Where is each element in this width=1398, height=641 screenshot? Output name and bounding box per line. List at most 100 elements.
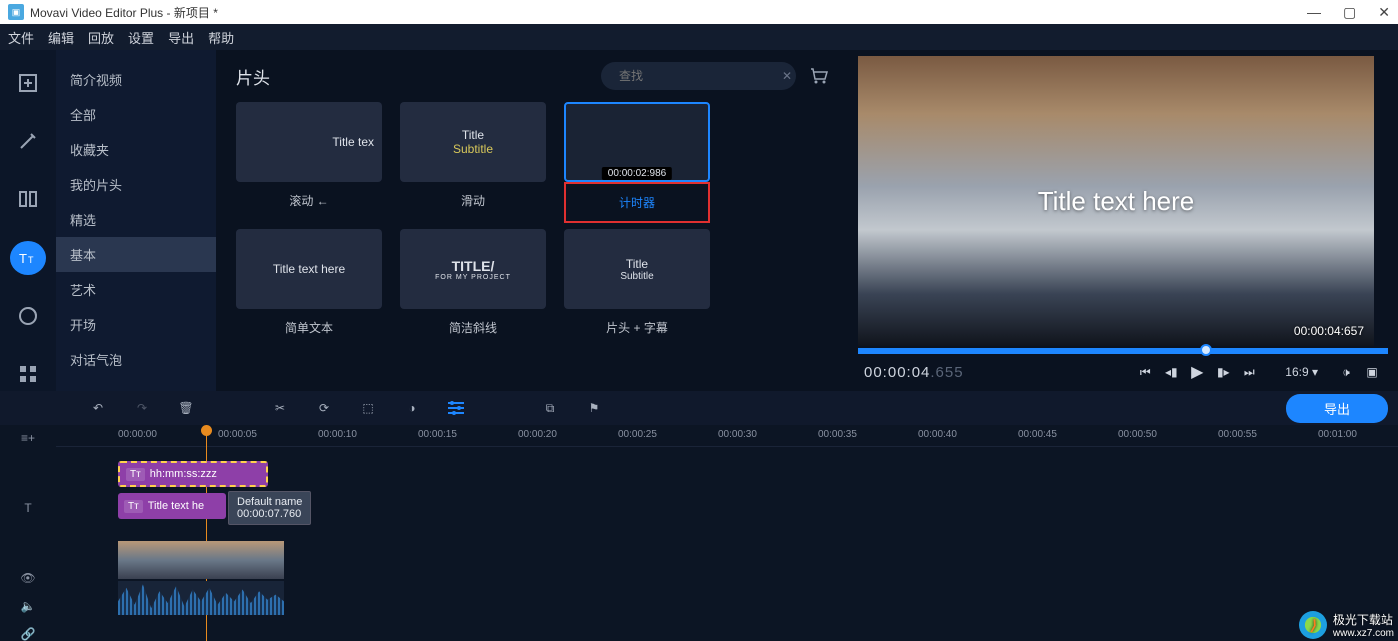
cat-opening[interactable]: 开场 xyxy=(56,307,216,342)
browser-title: 片头 xyxy=(236,64,601,89)
cat-bubble[interactable]: 对话气泡 xyxy=(56,342,216,377)
visibility-icon[interactable]: 👁 xyxy=(20,571,35,585)
rotate-button[interactable]: ⟳ xyxy=(312,401,336,415)
ruler-tick: 00:00:10 xyxy=(318,429,357,440)
snapshot-icon[interactable]: ▣ xyxy=(1362,365,1382,379)
app-icon: ▣ xyxy=(8,4,24,20)
ruler-tick: 00:00:45 xyxy=(1018,429,1057,440)
preview-scrubber[interactable] xyxy=(858,348,1388,354)
cart-icon[interactable] xyxy=(810,68,828,84)
scrubber-handle[interactable] xyxy=(1200,344,1212,356)
title-clip-timer[interactable]: Tᴛ hh:mm:ss:zzz xyxy=(118,461,268,487)
cat-my[interactable]: 我的片头 xyxy=(56,167,216,202)
cat-featured[interactable]: 精选 xyxy=(56,202,216,237)
title-browser: 片头 ✕ Title tex 滚动 ← TitleSubtitle 滑动 00:… xyxy=(216,50,848,391)
link-icon[interactable]: 🔗 xyxy=(21,627,36,641)
preview-title-overlay: Title text here xyxy=(1038,186,1195,217)
cat-basic[interactable]: 基本 xyxy=(56,237,216,272)
menu-file[interactable]: 文件 xyxy=(8,28,34,47)
aspect-ratio[interactable]: 16:9 ▾ xyxy=(1285,365,1318,379)
ruler-tick: 00:00:35 xyxy=(818,429,857,440)
clip-props-button[interactable] xyxy=(444,401,468,415)
play-button[interactable]: ▶ xyxy=(1187,362,1207,382)
svg-text:T: T xyxy=(28,255,34,265)
ruler-tick: 00:00:40 xyxy=(918,429,957,440)
title-thumb-caption[interactable]: TitleSubtitle 片头 + 字幕 xyxy=(564,229,710,340)
ruler-tick: 00:00:25 xyxy=(618,429,657,440)
thumb-label: 滚动 ← xyxy=(236,188,382,213)
timeline-ruler[interactable]: 00:00:00 00:00:05 00:00:10 00:00:15 00:00:20… xyxy=(56,425,1398,447)
text-track-icon: T xyxy=(24,501,31,515)
filters-icon[interactable] xyxy=(10,124,46,158)
split-button[interactable]: ✂ xyxy=(268,401,292,415)
ruler-tick: 00:01:00 xyxy=(1318,429,1357,440)
search-box[interactable]: ✕ xyxy=(601,62,796,90)
video-clip[interactable] xyxy=(118,541,284,579)
menu-export[interactable]: 导出 xyxy=(168,28,194,47)
add-track-icon[interactable]: ≡+ xyxy=(21,431,35,445)
next-clip-button[interactable]: ⏭ xyxy=(1239,365,1259,380)
ruler-tick: 00:00:00 xyxy=(118,429,157,440)
audio-clip[interactable] xyxy=(118,581,284,615)
stickers-icon[interactable] xyxy=(10,299,46,333)
title-clip-icon: Tᴛ xyxy=(124,500,143,513)
title-clip-text[interactable]: Tᴛ Title text he xyxy=(118,493,226,519)
next-frame-button[interactable]: ▮▸ xyxy=(1213,365,1233,379)
delete-button[interactable]: 🗑 xyxy=(174,401,198,415)
player-time: 00:00:04.655 xyxy=(864,364,964,381)
menu-settings[interactable]: 设置 xyxy=(128,28,154,47)
thumb-label: 计时器 xyxy=(564,182,710,223)
preview-video[interactable]: Title text here 00:00:04:657 xyxy=(858,56,1374,346)
clip-tooltip: Default name 00:00:07.760 xyxy=(228,491,311,525)
clear-search-icon[interactable]: ✕ xyxy=(782,69,792,83)
thumb-label: 简洁斜线 xyxy=(400,315,546,340)
side-tools: TT xyxy=(0,50,56,391)
redo-button[interactable]: ↷ xyxy=(130,401,154,415)
watermark: ⟩ 极光下载站 www.xz7.com xyxy=(1299,611,1394,639)
undo-button[interactable]: ↶ xyxy=(86,401,110,415)
maximize-button[interactable]: ▢ xyxy=(1343,4,1356,21)
ruler-tick: 00:00:15 xyxy=(418,429,457,440)
preview-timecode: 00:00:04:657 xyxy=(1294,324,1364,338)
export-button[interactable]: 导出 xyxy=(1286,394,1388,423)
titles-icon[interactable]: TT xyxy=(10,241,46,275)
prev-clip-button[interactable]: ⏮ xyxy=(1135,365,1155,380)
close-button[interactable]: ✕ xyxy=(1378,4,1390,21)
title-thumb-simple[interactable]: Title text here 简单文本 xyxy=(236,229,382,340)
menu-playback[interactable]: 回放 xyxy=(88,28,114,47)
color-button[interactable]: ◑ xyxy=(400,401,424,415)
minimize-button[interactable]: — xyxy=(1307,4,1321,21)
crop-button[interactable]: ⬚ xyxy=(356,401,380,415)
title-thumb-slash[interactable]: TITLE/FOR MY PROJECT 简洁斜线 xyxy=(400,229,546,340)
cat-all[interactable]: 全部 xyxy=(56,97,216,132)
title-thumb-slide[interactable]: TitleSubtitle 滑动 xyxy=(400,102,546,223)
search-input[interactable] xyxy=(619,69,774,83)
add-media-icon[interactable] xyxy=(10,66,46,100)
cat-fav[interactable]: 收藏夹 xyxy=(56,132,216,167)
menu-edit[interactable]: 编辑 xyxy=(48,28,74,47)
thumb-label: 滑动 xyxy=(400,188,546,213)
ruler-tick: 00:00:50 xyxy=(1118,429,1157,440)
thumb-label: 简单文本 xyxy=(236,315,382,340)
svg-text:T: T xyxy=(19,251,27,266)
cat-art[interactable]: 艺术 xyxy=(56,272,216,307)
menu-help[interactable]: 帮助 xyxy=(208,28,234,47)
duration-badge: 00:00:02:986 xyxy=(602,167,672,180)
cat-intro[interactable]: 简介视频 xyxy=(56,62,216,97)
category-list: 简介视频 全部 收藏夹 我的片头 精选 基本 艺术 开场 对话气泡 xyxy=(56,50,216,391)
title-clip-icon: Tᴛ xyxy=(126,468,145,481)
overlay-button[interactable]: ⧉ xyxy=(538,401,562,416)
timeline-toolbar: ↶ ↷ 🗑 ✂ ⟳ ⬚ ◑ ⧉ ⚑ 导出 xyxy=(0,391,1398,425)
title-thumb-scroll[interactable]: Title tex 滚动 ← xyxy=(236,102,382,223)
marker-button[interactable]: ⚑ xyxy=(582,401,606,415)
mute-icon[interactable]: 🔈 xyxy=(21,599,36,613)
ruler-tick: 00:00:05 xyxy=(218,429,257,440)
title-thumb-timer[interactable]: 00:00:02:986 计时器 xyxy=(564,102,710,223)
transitions-icon[interactable] xyxy=(10,182,46,216)
more-tools-icon[interactable] xyxy=(10,357,46,391)
window-titlebar: ▣ Movavi Video Editor Plus - 新项目 * — ▢ ✕ xyxy=(0,0,1398,24)
volume-icon[interactable]: 🕩 xyxy=(1336,365,1356,380)
thumb-label: 片头 + 字幕 xyxy=(564,315,710,340)
prev-frame-button[interactable]: ◂▮ xyxy=(1161,365,1181,379)
ruler-tick: 00:00:20 xyxy=(518,429,557,440)
